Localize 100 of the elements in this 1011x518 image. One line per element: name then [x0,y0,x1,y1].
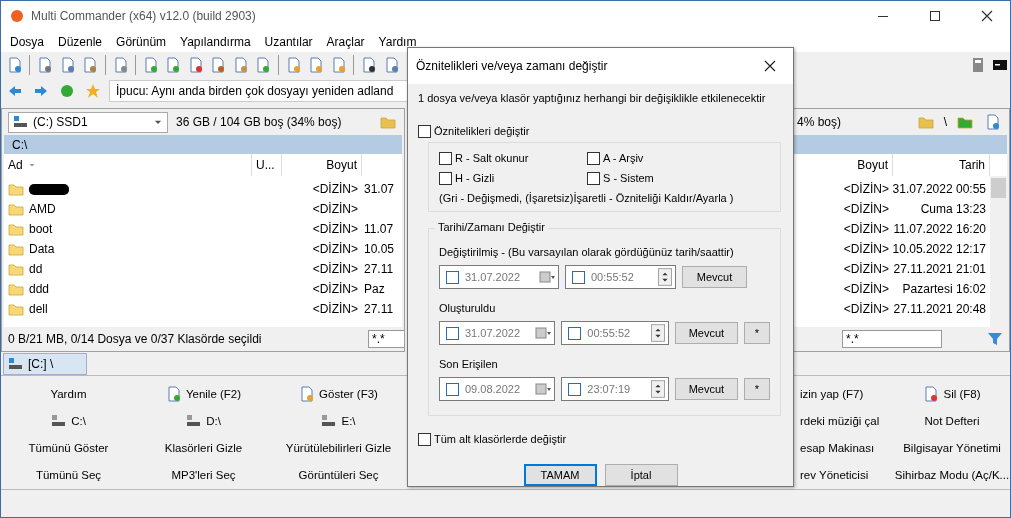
date-picker[interactable]: 31.07.2022 [439,321,556,345]
command-button[interactable]: Not Defteri [894,409,1010,432]
folder-icon [8,261,24,277]
file-name[interactable]: boot [29,222,53,236]
date-label: Son Erişilen [439,357,499,372]
date-cell: Cuma 13:23 [920,202,986,216]
attribute-checkbox[interactable]: S - Sistem [587,169,770,187]
spinner-icon [650,324,665,342]
menu-item[interactable]: Düzenle [51,34,110,49]
command-button[interactable]: Tümünü Göster [1,436,136,459]
path-bar: C:\ [4,135,402,154]
current-button[interactable]: Mevcut [682,266,747,288]
command-button[interactable]: Sihirbaz Modu (Aç/K... [894,463,1010,486]
app-logo-icon [9,8,25,24]
size-cell: <DİZİN> [843,202,889,216]
size-cell: <DİZİN> [843,242,889,256]
size-cell: <DİZİN> [312,242,358,256]
folder-icon [8,221,24,237]
file-name[interactable]: dell [29,302,48,316]
attribute-checkbox[interactable]: R - Salt okunur [439,149,587,167]
current-button[interactable]: Mevcut [674,378,738,400]
date-cell: 11.07.2022 16:20 [893,222,986,236]
checkbox[interactable] [439,171,452,185]
command-button[interactable]: Klasörleri Gizle [136,436,271,459]
command-button[interactable]: izin yap (F7) [800,382,894,405]
command-button[interactable]: E:\ [271,409,406,432]
ok-button[interactable]: TAMAM [523,464,597,486]
date-cell: 27.11 [364,302,394,316]
size-cell: <DİZİN> [843,182,889,196]
hint-field: İpucu: Aynı anda birden çok dosyayı yeniden adland [109,80,409,102]
drive-icon [186,412,203,429]
filter-field[interactable]: *.* [368,330,404,348]
date-cell: 27.11.2021 21:01 [893,262,986,276]
command-button[interactable]: rdeki müziği çal [800,409,894,432]
document-delete-icon [923,385,940,402]
command-button[interactable]: Yardım [1,382,136,405]
file-name[interactable]: ddd [29,282,50,296]
file-name[interactable]: Data [29,242,55,256]
drive-icon [51,412,68,429]
cancel-button[interactable]: İptal [604,464,678,486]
minimize-icon [878,15,888,17]
command-button[interactable]: Sil (F8) [894,382,1010,405]
root-button[interactable]: \ [943,115,947,129]
time-picker[interactable]: 00:55:52 [561,321,669,345]
date-cell: 31.07 [364,182,395,196]
attribute-checkbox[interactable]: H - Gizli [439,169,587,187]
date-cell: 10.05.2022 12:17 [893,242,986,256]
command-button[interactable]: MP3'leri Seç [136,463,271,486]
command-button[interactable]: Tümünü Seç [1,463,136,486]
command-button[interactable]: esap Makinası [800,436,894,459]
checkbox[interactable] [418,124,431,138]
command-button[interactable]: Göster (F3) [271,382,406,405]
menu-item[interactable]: Araçlar [319,34,372,49]
command-button[interactable]: rev Yöneticisi [800,463,894,486]
size-cell: <DİZİN> [312,262,358,276]
time-picker[interactable]: 00:55:52 [565,265,676,289]
date-picker[interactable]: 31.07.2022 [439,265,559,289]
command-button[interactable]: D:\ [136,409,271,432]
date-cell: 27.11 [364,262,394,276]
checkbox[interactable] [587,151,600,165]
current-button[interactable]: Mevcut [674,322,738,344]
file-name[interactable]: dd [29,262,43,276]
free-space-text: 4% boş) [797,115,842,129]
dialog-title: Öznitelikleri ve/veya zamanı değiştir [416,59,608,73]
date-cell: Pazartesi 16:02 [902,282,986,296]
drive-icon [13,114,29,130]
drive-icon [321,412,338,429]
checkbox[interactable] [439,151,452,165]
menu-item[interactable]: Uzantılar [257,34,320,49]
date-label: Değiştirilmiş - (Bu varsayılan olarak gördüğünüz tarih/saattir) [439,245,735,260]
checkbox[interactable] [587,171,600,185]
filter-field[interactable]: *.* [842,330,942,348]
menu-item[interactable]: Görünüm [109,34,174,49]
spinner-icon [658,268,672,286]
command-button[interactable]: Bilgisayar Yönetimi [894,436,1010,459]
attributes-checkbox[interactable]: Öznitelikleri değiştir [418,122,781,140]
scrollbar[interactable] [990,176,1007,327]
command-button[interactable]: Yenile (F2) [136,382,271,405]
asterisk-button[interactable]: * [743,378,770,400]
drive-icon [8,356,24,372]
menu-item[interactable]: Dosya [3,34,51,49]
folder-icon [8,301,24,317]
command-button[interactable]: Görüntüleri Seç [271,463,406,486]
recursive-checkbox[interactable]: Tüm alt klasörlerde değiştir [418,430,781,448]
time-picker[interactable]: 23:07:19 [561,377,669,401]
date-label: Oluşturuldu [439,301,497,316]
menu-item[interactable]: Yardım [371,34,424,49]
file-name[interactable]: AMD [29,202,56,216]
asterisk-button[interactable]: * [743,322,770,344]
drive-tab[interactable]: [C:] \ [3,353,87,375]
free-space-text: 36 GB / 104 GB boş (34% boş) [176,115,342,129]
drive-dropdown[interactable]: (C:) SSD1 [8,111,168,133]
attribute-checkbox[interactable]: A - Arşiv [587,149,770,167]
command-button[interactable]: C:\ [1,409,136,432]
date-picker[interactable]: 09.08.2022 [439,377,556,401]
command-button[interactable]: Yürütülebilirleri Gizle [271,436,406,459]
checkbox[interactable] [418,432,431,446]
menu-item[interactable]: Yapılandırma [173,34,258,49]
date-cell: Paz [364,282,385,296]
group-title: Tarihi/Zamanı Değiştir [435,221,548,233]
